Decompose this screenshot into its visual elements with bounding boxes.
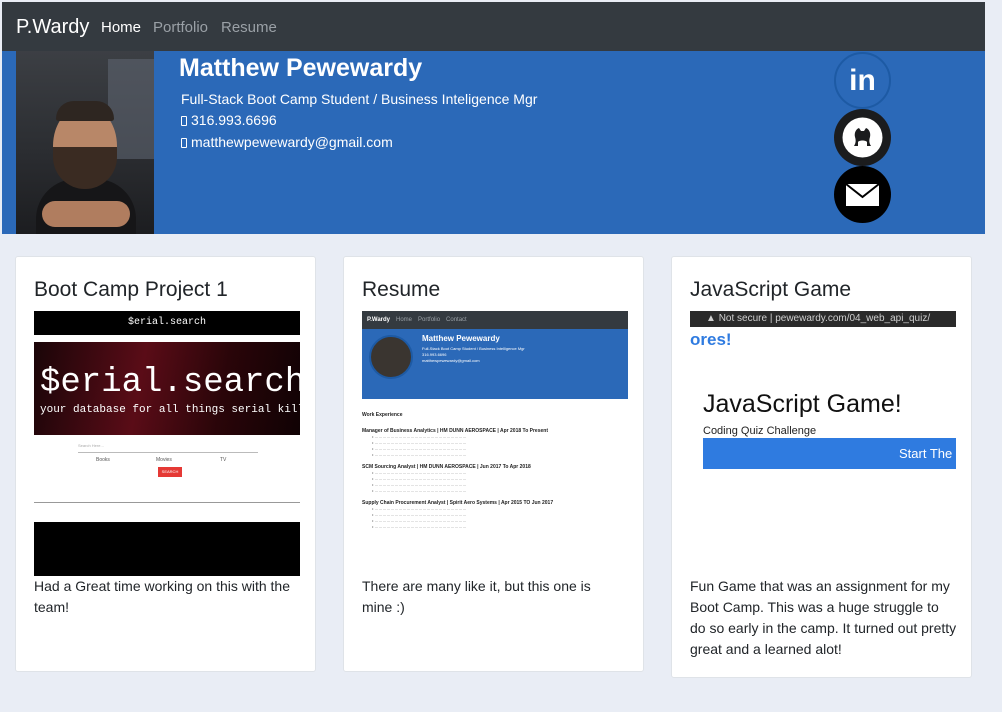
game-thumbnail[interactable]: ▲ Not secure | pewewardy.com/04_web_api_… — [690, 311, 956, 471]
phone-icon — [181, 116, 187, 126]
project-card-3: JavaScript Game ▲ Not secure | pewewardy… — [671, 256, 972, 678]
card-text: Fun Game that was an assignment for my B… — [690, 578, 957, 657]
top-navbar: P.Wardy Home Portfolio Resume — [2, 2, 985, 51]
brand-logo[interactable]: P.Wardy — [16, 16, 89, 38]
card-title: Boot Camp Project 1 — [34, 278, 228, 301]
hero-name: Matthew Pewewardy — [179, 54, 423, 82]
card-text: There are many like it, but this one is … — [362, 578, 591, 615]
profile-photo — [16, 51, 154, 234]
github-icon[interactable] — [834, 109, 891, 166]
resume-thumbnail[interactable]: P.Wardy Home Portfolio Contact Matthew Pewe… — [362, 311, 628, 576]
project-thumbnail[interactable]: $erial.search $erial.search your databas… — [34, 311, 300, 576]
nav-link-portfolio[interactable]: Portfolio — [153, 18, 208, 38]
hero-phone-row: 316.993.6696 — [181, 111, 277, 129]
mail-icon[interactable] — [834, 166, 891, 223]
hero-phone: 316.993.6696 — [191, 112, 277, 128]
warning-icon: ▲ — [706, 313, 716, 324]
hero-title: Full-Stack Boot Camp Student / Business … — [181, 91, 538, 107]
card-text: Had a Great time working on this with th… — [34, 578, 291, 615]
hero-email-row: matthewpewewardy@gmail.com — [181, 133, 393, 151]
mobile-icon — [181, 138, 187, 148]
card-title: Resume — [362, 278, 441, 301]
nav-link-resume[interactable]: Resume — [221, 18, 277, 38]
nav-link-home[interactable]: Home — [101, 18, 141, 38]
project-card-1: Boot Camp Project 1 $erial.search $erial… — [15, 256, 316, 672]
hero-email[interactable]: matthewpewewardy@gmail.com — [191, 134, 393, 150]
linkedin-icon[interactable]: in — [834, 52, 891, 109]
project-card-2: Resume P.Wardy Home Portfolio Contact Matth… — [343, 256, 644, 672]
card-title: JavaScript Game — [690, 278, 852, 301]
